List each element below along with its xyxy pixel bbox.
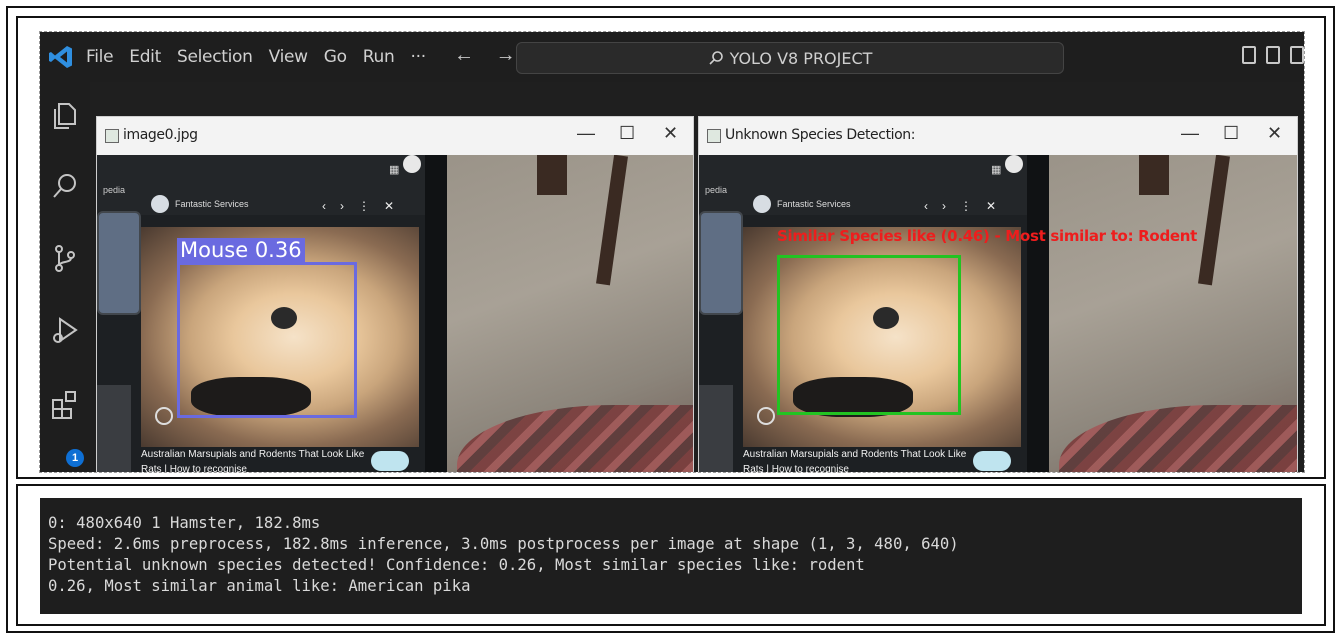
profile-circle (403, 155, 421, 173)
video-controls: ‹›⋮✕ (924, 199, 1011, 213)
grid-icon: ▦ (991, 164, 1002, 176)
terminal-line: Speed: 2.6ms preprocess, 182.8ms inferen… (48, 535, 959, 553)
app-icon (707, 129, 721, 143)
search-text: YOLO V8 PROJECT (729, 48, 873, 68)
terminal-line: 0.26, Most similar animal like: American… (48, 577, 471, 595)
menu-file[interactable]: File (86, 47, 114, 67)
subscribe-pill (371, 451, 409, 471)
side-label: pedia (103, 185, 126, 195)
menu-go[interactable]: Go (324, 47, 347, 67)
video-caption: Australian Marsupials and Rodents That L… (141, 449, 365, 472)
minimize-icon[interactable]: — (577, 123, 595, 144)
close-icon[interactable]: ✕ (1267, 123, 1282, 144)
title-bar: File Edit Selection View Go Run ··· ← → … (40, 32, 1304, 82)
tablet-bezel (1027, 155, 1049, 472)
terminal-output-panel: 0: 480x640 1 Hamster, 182.8ms Speed: 2.6… (16, 484, 1326, 626)
layout-controls (1242, 46, 1304, 64)
window-image0[interactable]: image0.jpg — ☐ ✕ pedia Fantastic Service… (96, 116, 694, 472)
window-title: Unknown Species Detection: (725, 127, 916, 143)
command-center-search[interactable]: YOLO V8 PROJECT (516, 42, 1064, 74)
profile-circle (1005, 155, 1023, 173)
window-title-bar: Unknown Species Detection: — ☐ ✕ (699, 117, 1297, 155)
extensions-icon[interactable] (49, 388, 81, 420)
activity-bar: 1 (40, 82, 90, 472)
detection-label-similar: Similar Species like (0.46) - Most simil… (777, 227, 1198, 245)
detection-label-mouse: Mouse 0.36 (177, 238, 305, 262)
video-controls: ‹›⋮✕ (322, 199, 409, 213)
channel-name: Fantastic Services (175, 199, 249, 209)
window-unknown-species[interactable]: Unknown Species Detection: — ☐ ✕ pedia F… (698, 116, 1298, 472)
run-debug-icon[interactable] (49, 314, 81, 346)
app-icon (105, 129, 119, 143)
maximize-icon[interactable]: ☐ (619, 123, 635, 144)
search-icon[interactable] (49, 170, 81, 202)
play-icon[interactable] (757, 407, 775, 425)
close-icon[interactable]: ✕ (663, 123, 678, 144)
channel-avatar (151, 195, 169, 213)
side-panel (699, 211, 743, 315)
source-control-icon[interactable] (49, 242, 81, 274)
terminal[interactable]: 0: 480x640 1 Hamster, 182.8ms Speed: 2.6… (40, 498, 1302, 614)
detection-box-similar (777, 255, 961, 415)
toggle-secondary-sidebar-icon[interactable] (1290, 46, 1304, 64)
search-icon (708, 51, 723, 65)
extensions-badge: 1 (66, 449, 84, 467)
menu-edit[interactable]: Edit (129, 47, 161, 67)
subscribe-pill (973, 451, 1011, 471)
play-icon[interactable] (155, 407, 173, 425)
minimize-icon[interactable]: — (1181, 123, 1199, 144)
channel-avatar (753, 195, 771, 213)
image-content: pedia Fantastic Services ‹›⋮✕ ▦ Australi… (699, 155, 1297, 472)
toggle-panel-icon[interactable] (1266, 46, 1280, 64)
detection-box-mouse (177, 262, 357, 418)
vscode-window: File Edit Selection View Go Run ··· ← → … (39, 31, 1305, 473)
vscode-logo-icon (49, 46, 72, 68)
explorer-icon[interactable] (49, 100, 81, 132)
chair-leg (1139, 155, 1169, 195)
menu-more[interactable]: ··· (410, 47, 426, 67)
back-arrow-icon[interactable]: ← (454, 44, 474, 66)
menu-selection[interactable]: Selection (177, 47, 253, 67)
image-content: pedia Fantastic Services ‹›⋮✕ ▦ Australi… (97, 155, 693, 472)
menu-view[interactable]: View (269, 47, 308, 67)
terminal-line: 0: 480x640 1 Hamster, 182.8ms (48, 514, 321, 532)
window-title-bar: image0.jpg — ☐ ✕ (97, 117, 693, 155)
channel-name: Fantastic Services (777, 199, 851, 209)
menu-bar: File Edit Selection View Go Run ··· (86, 32, 442, 82)
toggle-sidebar-icon[interactable] (1242, 46, 1256, 64)
window-title: image0.jpg (123, 127, 198, 143)
side-panel (97, 211, 141, 315)
video-caption: Australian Marsupials and Rodents That L… (743, 449, 967, 472)
thumbnails (97, 385, 131, 472)
forward-arrow-icon[interactable]: → (496, 44, 516, 66)
grid-icon: ▦ (389, 164, 400, 176)
maximize-icon[interactable]: ☐ (1223, 123, 1239, 144)
terminal-line: Potential unknown species detected! Conf… (48, 556, 865, 574)
side-label: pedia (705, 185, 728, 195)
vscode-screenshot-panel: File Edit Selection View Go Run ··· ← → … (16, 16, 1326, 479)
menu-run[interactable]: Run (363, 47, 395, 67)
tablet-bezel (425, 155, 447, 472)
thumbnails (699, 385, 733, 472)
chair-leg (537, 155, 567, 195)
